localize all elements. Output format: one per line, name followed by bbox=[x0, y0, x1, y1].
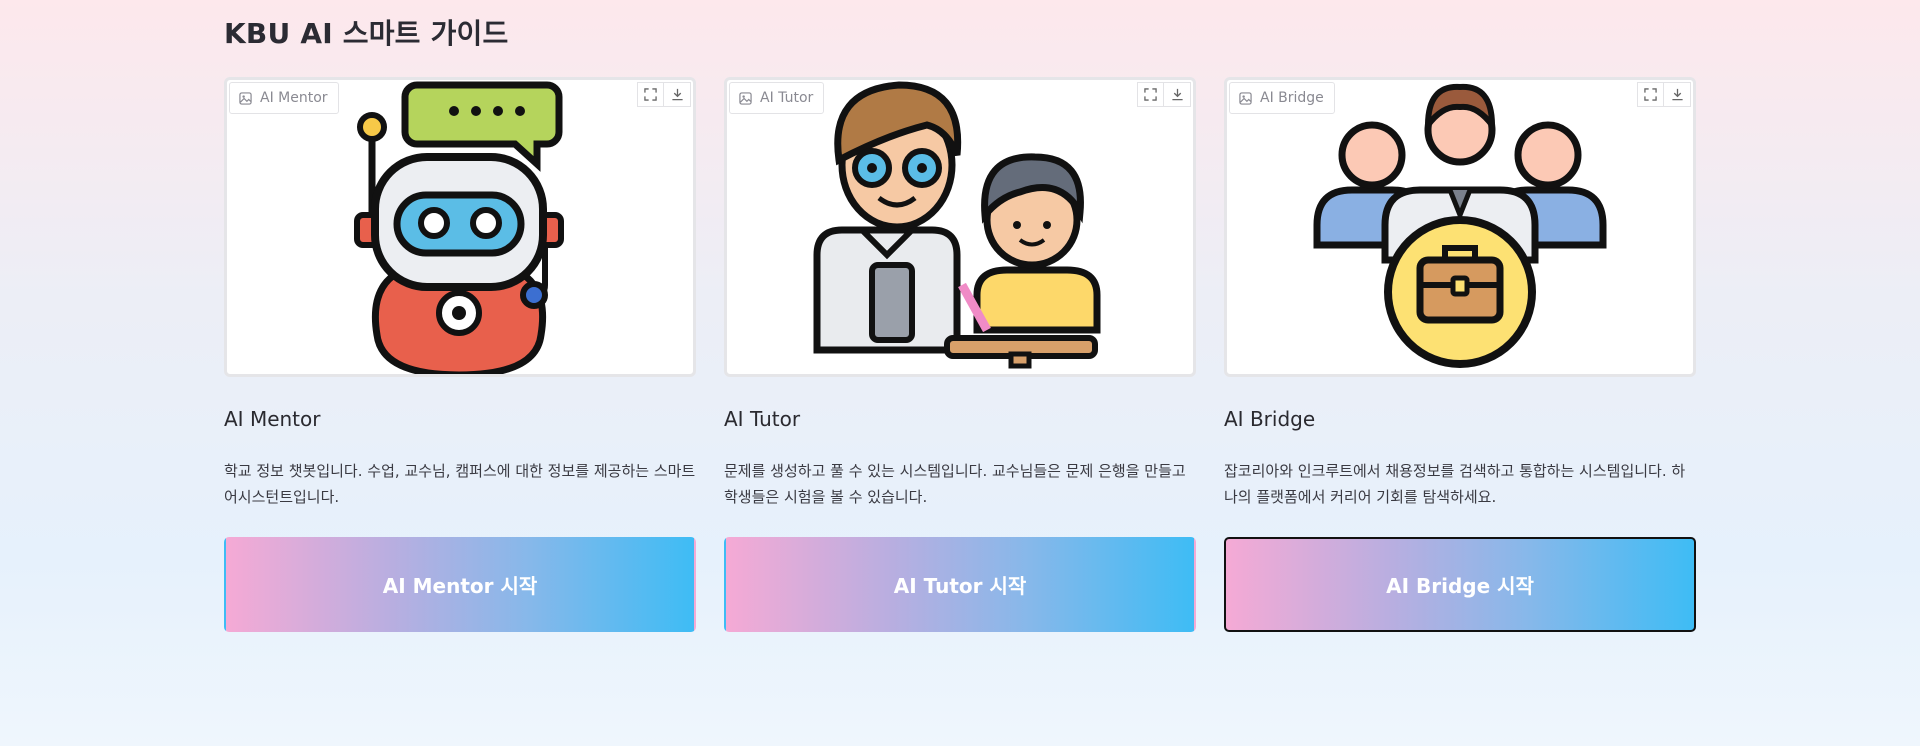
fullscreen-button[interactable] bbox=[637, 82, 664, 107]
image-tag: AI Mentor bbox=[229, 82, 339, 114]
card-description: 학교 정보 챗봇입니다. 수업, 교수님, 캠퍼스에 대한 정보를 제공하는 스… bbox=[224, 462, 696, 506]
download-icon bbox=[671, 88, 683, 101]
robot-illustration bbox=[354, 81, 564, 374]
image-tag-label: AI Tutor bbox=[760, 90, 814, 106]
image-icon bbox=[1239, 91, 1252, 105]
image-tag: AI Bridge bbox=[1229, 82, 1335, 114]
fullscreen-icon bbox=[1144, 88, 1157, 101]
card-ai-tutor: AI Tutor AI Tutor 문제를 생성하고 풀 수 있는 시스템입니다… bbox=[724, 77, 1196, 632]
fullscreen-icon bbox=[644, 88, 657, 101]
card-description: 잡코리아와 인크루트에서 채용정보를 검색하고 통합하는 시스템입니다. 하나의… bbox=[1224, 462, 1686, 506]
ai-tutor-start-button[interactable]: AI Tutor 시작 bbox=[724, 537, 1196, 632]
team-briefcase-illustration bbox=[1313, 83, 1607, 368]
card-title: AI Tutor bbox=[724, 407, 801, 431]
ai-bridge-start-button[interactable]: AI Bridge 시작 bbox=[1224, 537, 1696, 632]
card-description: 문제를 생성하고 풀 수 있는 시스템입니다. 교수님들은 문제 은행을 만들고… bbox=[724, 462, 1186, 506]
download-icon bbox=[1671, 88, 1683, 101]
download-button[interactable] bbox=[1164, 82, 1191, 107]
image-tag: AI Tutor bbox=[729, 82, 825, 114]
ai-mentor-start-button[interactable]: AI Mentor 시작 bbox=[224, 537, 696, 632]
fullscreen-icon bbox=[1644, 88, 1657, 101]
image-toolbar bbox=[637, 82, 691, 107]
card-image: AI Mentor bbox=[224, 77, 696, 377]
fullscreen-button[interactable] bbox=[1137, 82, 1164, 107]
card-image: AI Bridge bbox=[1224, 77, 1696, 377]
card-title: AI Mentor bbox=[224, 407, 321, 431]
image-tag-label: AI Bridge bbox=[1260, 90, 1324, 106]
download-icon bbox=[1171, 88, 1183, 101]
teacher-student-illustration bbox=[813, 81, 1101, 369]
image-icon bbox=[739, 91, 752, 105]
fullscreen-button[interactable] bbox=[1637, 82, 1664, 107]
image-icon bbox=[239, 91, 252, 105]
image-toolbar bbox=[1637, 82, 1691, 107]
card-ai-bridge: AI Bridge AI Bridge 잡코리아와 인크루트에서 채용정보를 검… bbox=[1224, 77, 1696, 632]
download-button[interactable] bbox=[1664, 82, 1691, 107]
image-toolbar bbox=[1137, 82, 1191, 107]
page-title: KBU AI 스마트 가이드 bbox=[224, 17, 509, 50]
card-image: AI Tutor bbox=[724, 77, 1196, 377]
card-title: AI Bridge bbox=[1224, 407, 1316, 431]
image-tag-label: AI Mentor bbox=[260, 90, 328, 106]
download-button[interactable] bbox=[664, 82, 691, 107]
card-ai-mentor: AI Mentor AI Mentor 학교 정보 챗봇입니다. 수업, 교수님… bbox=[224, 77, 696, 632]
